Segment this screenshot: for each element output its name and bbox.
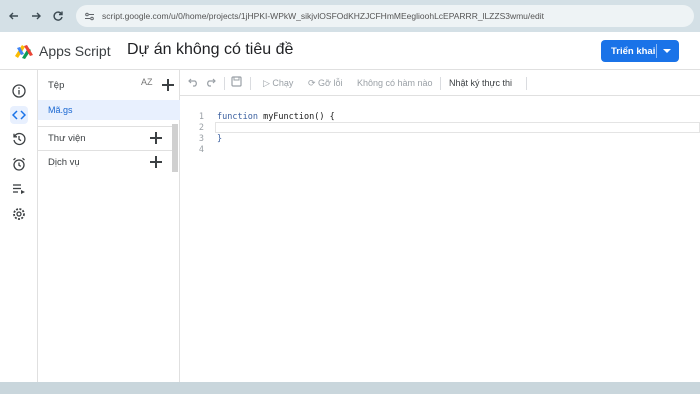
line-number: 1 bbox=[198, 112, 204, 122]
arrow-left-icon bbox=[9, 12, 18, 20]
debug-button[interactable]: ⟳ Gỡ lỗi bbox=[308, 78, 342, 89]
files-panel: Tệp AZ Mã.gs Thư viện Dịch vụ bbox=[38, 70, 180, 382]
code-editor: ▷ Chạy ⟳ Gỡ lỗi Không có hàm nào Nhật ký… bbox=[180, 70, 700, 382]
toolbar-divider bbox=[250, 77, 251, 90]
code-line-3: } bbox=[217, 134, 223, 144]
files-scrollbar[interactable] bbox=[172, 124, 178, 172]
triggers-alarm-icon[interactable] bbox=[10, 155, 28, 173]
line-number: 2 bbox=[198, 123, 204, 133]
services-section[interactable]: Dịch vụ bbox=[38, 150, 172, 172]
file-name: Mã.gs bbox=[48, 105, 73, 115]
libraries-label: Thư viện bbox=[48, 133, 86, 144]
code-area[interactable]: 1 2 3 4 function myFunction() { } bbox=[180, 100, 700, 380]
url-text: script.google.com/u/0/home/projects/1jHP… bbox=[102, 11, 544, 21]
history-icon[interactable] bbox=[10, 130, 28, 148]
reload-icon bbox=[53, 11, 63, 21]
debug-icon: ⟳ bbox=[308, 78, 319, 88]
settings-gear-icon[interactable] bbox=[10, 205, 28, 223]
services-label: Dịch vụ bbox=[48, 157, 80, 168]
forward-button[interactable] bbox=[25, 5, 47, 27]
deploy-button[interactable]: Triển khai bbox=[601, 40, 679, 62]
file-item-ma-gs[interactable]: Mã.gs bbox=[38, 100, 180, 120]
deploy-label: Triển khai bbox=[611, 45, 656, 57]
function-keyword: function bbox=[217, 112, 258, 122]
left-rail bbox=[0, 70, 38, 382]
execution-log-button[interactable]: Nhật ký thực thi bbox=[449, 78, 512, 88]
app-header: Apps Script Dự án không có tiêu đề Triển… bbox=[0, 32, 700, 70]
run-label: Chạy bbox=[272, 78, 294, 88]
site-info-icon[interactable] bbox=[82, 9, 96, 23]
browser-toolbar: script.google.com/u/0/home/projects/1jHP… bbox=[0, 0, 700, 32]
redo-icon[interactable] bbox=[205, 76, 216, 89]
overview-icon[interactable] bbox=[10, 82, 28, 100]
save-icon[interactable] bbox=[231, 76, 242, 89]
deploy-divider bbox=[656, 44, 657, 58]
debug-label: Gỡ lỗi bbox=[318, 78, 343, 88]
apps-script-app: Apps Script Dự án không có tiêu đề Triển… bbox=[0, 32, 700, 382]
editor-toolbar: ▷ Chạy ⟳ Gỡ lỗi Không có hàm nào Nhật ký… bbox=[180, 70, 700, 96]
function-selector[interactable]: Không có hàm nào bbox=[357, 78, 433, 88]
project-title[interactable]: Dự án không có tiêu đề bbox=[127, 41, 293, 59]
libraries-section[interactable]: Thư viện bbox=[38, 126, 172, 148]
executions-list-icon[interactable] bbox=[10, 180, 28, 198]
toolbar-divider bbox=[526, 77, 527, 90]
arrow-right-icon bbox=[32, 12, 41, 20]
back-button[interactable] bbox=[3, 5, 25, 27]
add-library-plus-icon[interactable] bbox=[150, 132, 162, 144]
add-file-plus-icon[interactable] bbox=[162, 79, 174, 91]
line-number: 3 bbox=[198, 134, 204, 144]
files-heading: Tệp bbox=[48, 80, 65, 91]
window-bottom-border bbox=[0, 382, 700, 394]
app-name: Apps Script bbox=[39, 43, 111, 59]
function-signature: myFunction() { bbox=[257, 112, 335, 122]
undo-icon[interactable] bbox=[188, 76, 199, 89]
apps-script-logo-icon bbox=[15, 45, 33, 59]
reload-button[interactable] bbox=[47, 5, 69, 27]
address-bar[interactable]: script.google.com/u/0/home/projects/1jHP… bbox=[76, 5, 694, 27]
add-service-plus-icon[interactable] bbox=[150, 156, 162, 168]
run-button[interactable]: ▷ Chạy bbox=[263, 78, 293, 89]
editor-code-icon[interactable] bbox=[10, 106, 28, 124]
line-number: 4 bbox=[198, 145, 204, 155]
toolbar-divider bbox=[440, 77, 441, 90]
caret-down-icon[interactable] bbox=[663, 49, 671, 53]
current-line-highlight bbox=[215, 122, 700, 133]
play-icon: ▷ bbox=[263, 78, 273, 88]
sort-az-icon[interactable]: AZ bbox=[141, 77, 155, 91]
code-line-1: function myFunction() { bbox=[217, 112, 335, 122]
toolbar-divider bbox=[224, 77, 225, 90]
